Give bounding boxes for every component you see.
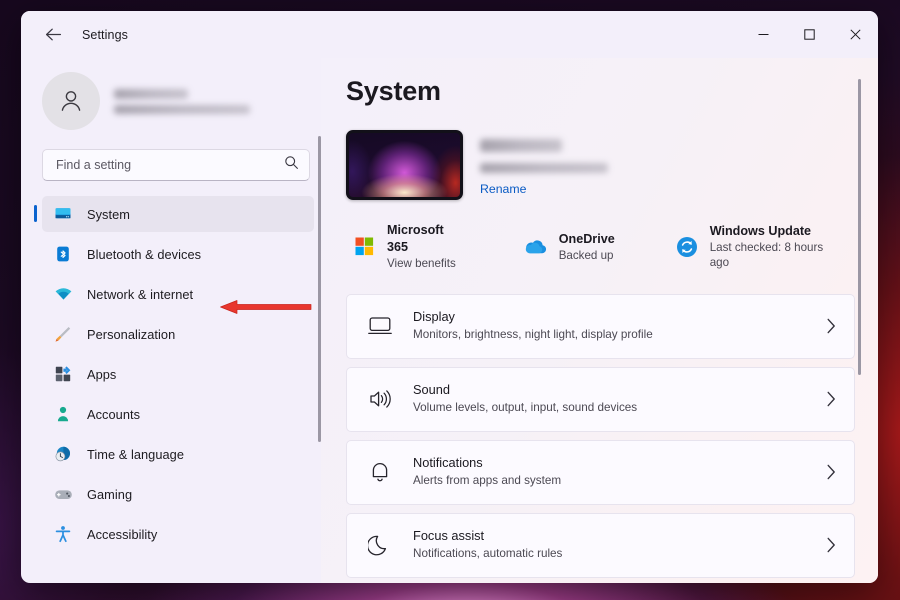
accessibility-icon: [53, 524, 73, 544]
clock-globe-icon: [53, 444, 73, 464]
bluetooth-icon: [53, 244, 73, 264]
paintbrush-icon: [53, 324, 73, 344]
account-email-redacted: [114, 105, 250, 114]
maximize-button[interactable]: [786, 11, 832, 58]
sidebar-item-accessibility[interactable]: Accessibility: [42, 516, 314, 552]
apps-grid-icon: [53, 364, 73, 384]
microsoft-logo-icon: [352, 235, 376, 259]
settings-card-subtitle: Notifications, automatic rules: [413, 546, 824, 563]
settings-card-subtitle: Monitors, brightness, night light, displ…: [413, 327, 824, 344]
quick-link-subtitle: Backed up: [559, 248, 615, 264]
chevron-right-icon: [824, 463, 838, 481]
chevron-right-icon: [824, 390, 838, 408]
app-title: Settings: [82, 28, 128, 42]
wifi-icon: [53, 284, 73, 304]
settings-card-title: Focus assist: [413, 527, 824, 546]
quick-link-subtitle: View benefits: [387, 256, 468, 272]
settings-card-title: Notifications: [413, 454, 824, 473]
sidebar-item-apps[interactable]: Apps: [42, 356, 314, 392]
account-text: [114, 89, 250, 114]
sidebar-item-label: Accessibility: [87, 527, 157, 542]
account-block[interactable]: [42, 71, 321, 131]
sidebar-item-label: Apps: [87, 367, 116, 382]
onedrive-cloud-icon: [524, 235, 548, 259]
monitor-outline-icon: [367, 313, 393, 339]
chevron-right-icon: [824, 536, 838, 554]
settings-window: Settings: [21, 11, 878, 583]
device-info: Rename: [480, 130, 608, 200]
page-title: System: [346, 76, 850, 107]
chevron-right-icon: [824, 317, 838, 335]
moon-icon: [367, 532, 393, 558]
windows-update-sync-icon: [675, 235, 699, 259]
sidebar-item-label: Time & language: [87, 447, 184, 462]
sidebar-item-time-language[interactable]: Time & language: [42, 436, 314, 472]
sidebar-item-bluetooth-devices[interactable]: Bluetooth & devices: [42, 236, 314, 272]
back-arrow-icon: [45, 27, 62, 42]
quick-link-title: Microsoft 365: [387, 222, 468, 256]
sidebar-item-label: Accounts: [87, 407, 140, 422]
close-button[interactable]: [832, 11, 878, 58]
minimize-icon: [758, 29, 769, 40]
device-wallpaper-thumbnail: [346, 130, 463, 200]
maximize-icon: [804, 29, 815, 40]
quick-link-subtitle: Last checked: 8 hours ago: [710, 240, 845, 271]
person-avatar-icon: [56, 86, 86, 116]
sidebar-item-label: Personalization: [87, 327, 175, 342]
desktop-wallpaper: Settings: [0, 0, 900, 600]
sidebar-item-gaming[interactable]: Gaming: [42, 476, 314, 512]
search-input[interactable]: [56, 158, 284, 172]
sidebar-item-label: Gaming: [87, 487, 132, 502]
settings-card-title: Sound: [413, 381, 824, 400]
device-summary: Rename: [346, 130, 850, 200]
sidebar-nav-list: System Bluetooth & devices: [42, 196, 314, 552]
search-box[interactable]: [42, 149, 310, 181]
minimize-button[interactable]: [740, 11, 786, 58]
main-content: System Rename: [321, 58, 878, 583]
sidebar-item-personalization[interactable]: Personalization: [42, 316, 314, 352]
sidebar-item-label: System: [87, 207, 130, 222]
speaker-icon: [367, 386, 393, 412]
close-icon: [850, 29, 861, 40]
sidebar-item-network-internet[interactable]: Network & internet: [42, 276, 314, 312]
quick-link-title: Windows Update: [710, 223, 845, 240]
sidebar-item-label: Network & internet: [87, 287, 193, 302]
device-model-redacted: [480, 163, 608, 173]
bell-icon: [367, 459, 393, 485]
window-controls: [740, 11, 878, 58]
rename-link[interactable]: Rename: [480, 182, 608, 196]
quick-link-title: OneDrive: [559, 231, 615, 248]
account-name-redacted: [114, 89, 188, 99]
sidebar: System Bluetooth & devices: [21, 58, 321, 583]
person-icon: [53, 404, 73, 424]
gamepad-icon: [53, 484, 73, 504]
sidebar-item-accounts[interactable]: Accounts: [42, 396, 314, 432]
avatar: [42, 72, 100, 130]
settings-card-focus-assist[interactable]: Focus assist Notifications, automatic ru…: [346, 513, 855, 578]
settings-card-subtitle: Alerts from apps and system: [413, 473, 824, 490]
search-icon: [284, 155, 299, 175]
quick-links-row: Microsoft 365 View benefits OneDr: [347, 219, 850, 275]
settings-card-notifications[interactable]: Notifications Alerts from apps and syste…: [346, 440, 855, 505]
settings-card-title: Display: [413, 308, 824, 327]
back-button[interactable]: [36, 20, 70, 50]
monitor-icon: [53, 204, 73, 224]
window-body: System Bluetooth & devices: [21, 58, 878, 583]
quick-link-microsoft-365[interactable]: Microsoft 365 View benefits: [347, 219, 473, 275]
settings-card-sound[interactable]: Sound Volume levels, output, input, soun…: [346, 367, 855, 432]
quick-link-onedrive[interactable]: OneDrive Backed up: [519, 219, 620, 275]
device-name-redacted: [480, 139, 562, 152]
settings-card-list: Display Monitors, brightness, night ligh…: [346, 294, 850, 583]
settings-card-display[interactable]: Display Monitors, brightness, night ligh…: [346, 294, 855, 359]
window-titlebar: Settings: [21, 11, 878, 58]
settings-card-subtitle: Volume levels, output, input, sound devi…: [413, 400, 824, 417]
sidebar-item-system[interactable]: System: [42, 196, 314, 232]
quick-link-windows-update[interactable]: Windows Update Last checked: 8 hours ago: [670, 219, 850, 275]
sidebar-item-label: Bluetooth & devices: [87, 247, 201, 262]
main-scrollbar[interactable]: [858, 79, 861, 375]
